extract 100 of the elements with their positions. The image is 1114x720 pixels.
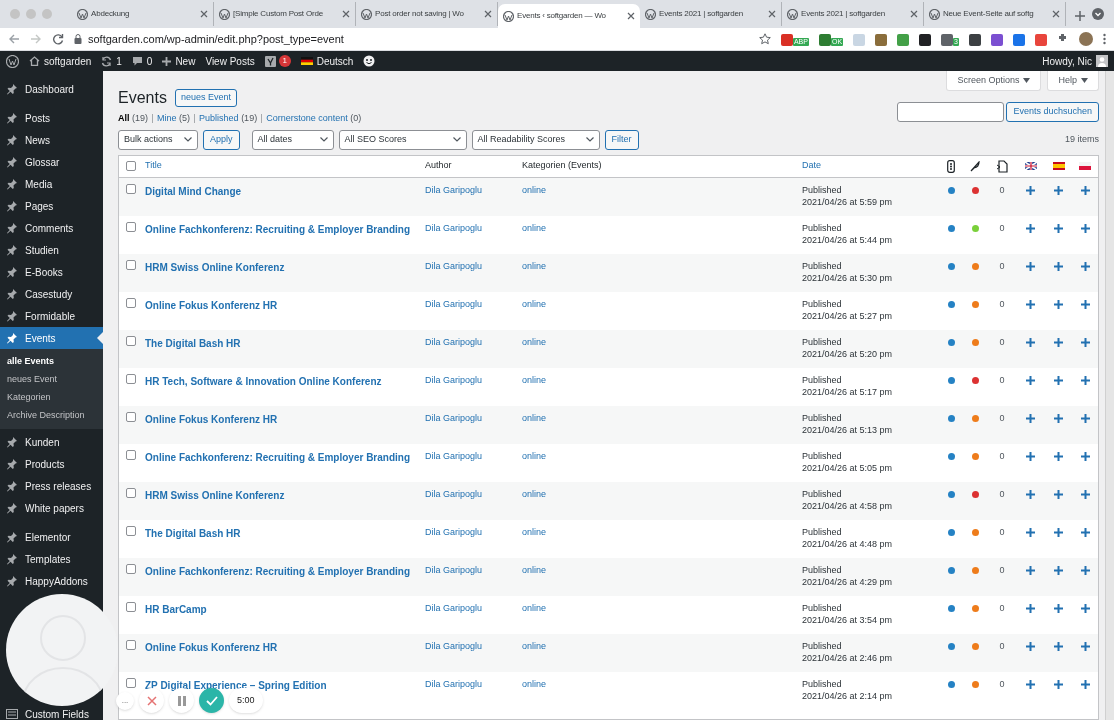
row-checkbox[interactable] xyxy=(126,677,136,688)
post-title-link[interactable]: Online Fachkonferenz: Recruiting & Employer Branding xyxy=(145,563,411,579)
row-checkbox[interactable] xyxy=(126,449,136,460)
category-link[interactable]: online xyxy=(522,373,547,387)
add-translation-icon[interactable] xyxy=(1080,679,1090,689)
sidebar-item[interactable]: Custom Fields xyxy=(0,708,103,720)
post-title-link[interactable]: HRM Swiss Online Konferenz xyxy=(145,259,285,275)
close-icon[interactable] xyxy=(768,10,776,18)
view-posts-link[interactable]: View Posts xyxy=(205,53,255,69)
sidebar-item[interactable]: White papers xyxy=(0,497,103,519)
add-translation-icon[interactable] xyxy=(1026,451,1035,461)
wordpress-logo-icon[interactable] xyxy=(6,54,19,68)
row-checkbox[interactable] xyxy=(126,487,136,498)
author-link[interactable]: Dila Garipoglu xyxy=(425,259,483,273)
category-link[interactable]: online xyxy=(522,639,547,653)
scrollbar[interactable] xyxy=(1105,71,1114,720)
language-switcher[interactable]: Deutsch xyxy=(300,53,354,69)
author-link[interactable]: Dila Garipoglu xyxy=(425,525,483,539)
sidebar-item[interactable]: Elementor xyxy=(0,526,103,548)
view-filter-link[interactable]: Cornerstone content (0) xyxy=(266,112,362,126)
author-link[interactable]: Dila Garipoglu xyxy=(425,411,483,425)
category-link[interactable]: online xyxy=(522,601,547,615)
post-title-link[interactable]: Online Fokus Konferenz HR xyxy=(145,411,278,427)
add-translation-icon[interactable] xyxy=(1080,261,1090,271)
row-checkbox[interactable] xyxy=(126,161,136,171)
add-translation-icon[interactable] xyxy=(1080,565,1090,575)
add-translation-icon[interactable] xyxy=(1054,527,1063,537)
add-translation-icon[interactable] xyxy=(1080,185,1090,195)
add-translation-icon[interactable] xyxy=(1026,565,1035,575)
sidebar-item[interactable]: Comments xyxy=(0,217,103,239)
row-checkbox[interactable] xyxy=(126,221,136,232)
sidebar-item[interactable]: Glossar xyxy=(0,151,103,173)
add-translation-icon[interactable] xyxy=(1026,337,1035,347)
add-translation-icon[interactable] xyxy=(1080,223,1090,233)
sidebar-item[interactable]: Products xyxy=(0,453,103,475)
category-link[interactable]: online xyxy=(522,677,547,691)
post-title-link[interactable]: Online Fachkonferenz: Recruiting & Employer Branding xyxy=(145,221,411,237)
help-button[interactable]: Help xyxy=(1047,71,1099,91)
dropdown[interactable]: All dates xyxy=(251,129,334,150)
browser-tab[interactable]: Events ‹ softgarden — Wo xyxy=(498,4,640,28)
submenu-item[interactable]: Kategorien xyxy=(0,389,103,407)
sidebar-item[interactable]: Media xyxy=(0,173,103,195)
add-translation-icon[interactable] xyxy=(1026,641,1035,651)
row-checkbox[interactable] xyxy=(126,297,136,308)
add-translation-icon[interactable] xyxy=(1026,679,1035,689)
sidebar-item[interactable]: E-Books xyxy=(0,261,103,283)
sidebar-item[interactable]: Templates xyxy=(0,548,103,570)
author-link[interactable]: Dila Garipoglu xyxy=(425,335,483,349)
row-checkbox[interactable] xyxy=(126,563,136,574)
add-translation-icon[interactable] xyxy=(1054,565,1063,575)
browser-tab[interactable]: [Simple Custom Post Orde xyxy=(214,2,356,26)
close-icon[interactable] xyxy=(627,12,635,20)
add-translation-icon[interactable] xyxy=(1026,261,1035,271)
author-link[interactable]: Dila Garipoglu xyxy=(425,297,483,311)
category-link[interactable]: online xyxy=(522,411,547,425)
new-link[interactable]: New xyxy=(162,53,196,69)
category-link[interactable]: online xyxy=(522,297,547,311)
add-translation-icon[interactable] xyxy=(1054,375,1063,385)
add-translation-icon[interactable] xyxy=(1054,413,1063,423)
author-link[interactable]: Dila Garipoglu xyxy=(425,221,483,235)
view-filter-link[interactable]: Mine (5) xyxy=(157,112,191,126)
filter-button[interactable]: Filter xyxy=(604,129,639,150)
author-link[interactable]: Dila Garipoglu xyxy=(425,487,483,501)
post-title-link[interactable]: HR BarCamp xyxy=(145,601,207,617)
tab-search-icon[interactable] xyxy=(1092,8,1104,20)
smiley-icon[interactable] xyxy=(363,55,376,67)
row-checkbox[interactable] xyxy=(126,411,136,422)
site-link[interactable]: softgarden xyxy=(29,53,92,69)
add-translation-icon[interactable] xyxy=(1080,299,1090,309)
add-new-button[interactable]: neues Event xyxy=(174,89,237,107)
apply-button[interactable]: Apply xyxy=(203,129,240,150)
post-title-link[interactable]: Online Fachkonferenz: Recruiting & Employer Branding xyxy=(145,449,411,465)
add-translation-icon[interactable] xyxy=(1054,261,1063,271)
add-translation-icon[interactable] xyxy=(1026,223,1035,233)
add-translation-icon[interactable] xyxy=(1080,451,1090,461)
add-translation-icon[interactable] xyxy=(1026,527,1035,537)
post-title-link[interactable]: The Digital Bash HR xyxy=(145,335,241,351)
sidebar-item[interactable]: Pages xyxy=(0,195,103,217)
author-link[interactable]: Dila Garipoglu xyxy=(425,373,483,387)
add-translation-icon[interactable] xyxy=(1080,641,1090,651)
add-translation-icon[interactable] xyxy=(1054,641,1063,651)
add-translation-icon[interactable] xyxy=(1054,185,1063,195)
submenu-item[interactable]: alle Events xyxy=(0,353,103,371)
add-translation-icon[interactable] xyxy=(1080,337,1090,347)
account-menu[interactable]: Howdy, Nic xyxy=(1042,53,1108,69)
view-filter-link[interactable]: Published (19) xyxy=(199,112,258,126)
category-link[interactable]: online xyxy=(522,563,547,577)
sidebar-item[interactable]: Press releases xyxy=(0,475,103,497)
add-translation-icon[interactable] xyxy=(1080,489,1090,499)
updates-link[interactable]: 1 xyxy=(101,53,122,69)
sidebar-item[interactable]: News xyxy=(0,129,103,151)
browser-tab[interactable]: Events 2021 | softgarden xyxy=(782,2,924,26)
row-checkbox[interactable] xyxy=(126,525,136,536)
sidebar-item[interactable]: Events xyxy=(0,327,103,349)
category-link[interactable]: online xyxy=(522,221,547,235)
dropdown[interactable]: All Readability Scores xyxy=(471,129,600,150)
submenu-item[interactable]: neues Event xyxy=(0,371,103,389)
category-link[interactable]: online xyxy=(522,259,547,273)
row-checkbox[interactable] xyxy=(126,639,136,650)
reload-icon[interactable] xyxy=(52,33,64,45)
